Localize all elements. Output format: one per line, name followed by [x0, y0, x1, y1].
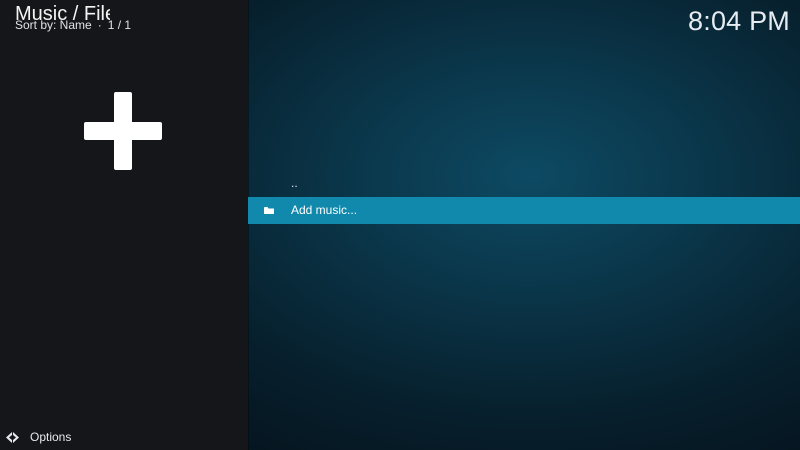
add-plus-icon	[84, 92, 162, 170]
list-item-add-music[interactable]: Add music...	[248, 197, 800, 224]
list-item-label: ..	[291, 176, 298, 190]
clock: 8:04 PM	[688, 6, 790, 36]
separator-dot: ·	[97, 18, 102, 32]
left-panel: Music / Files Sort by: Name·1 / 1 Option…	[0, 0, 248, 450]
sort-info: Sort by: Name · 1 / 1	[15, 18, 131, 33]
file-browser-screen: Music / Files Sort by: Name·1 / 1 Option…	[0, 0, 800, 450]
plus-horizontal-bar	[84, 122, 162, 140]
page-count: 1 / 1	[107, 18, 132, 32]
options-arrows-icon	[6, 431, 19, 443]
file-list: .. Add music...	[248, 170, 800, 224]
list-item-parent[interactable]: ..	[248, 170, 800, 197]
list-item-label: Add music...	[291, 203, 358, 217]
options-button[interactable]: Options	[6, 429, 71, 445]
options-label: Options	[30, 430, 72, 444]
sort-label[interactable]: Sort by: Name	[15, 18, 92, 33]
folder-icon	[264, 207, 274, 214]
